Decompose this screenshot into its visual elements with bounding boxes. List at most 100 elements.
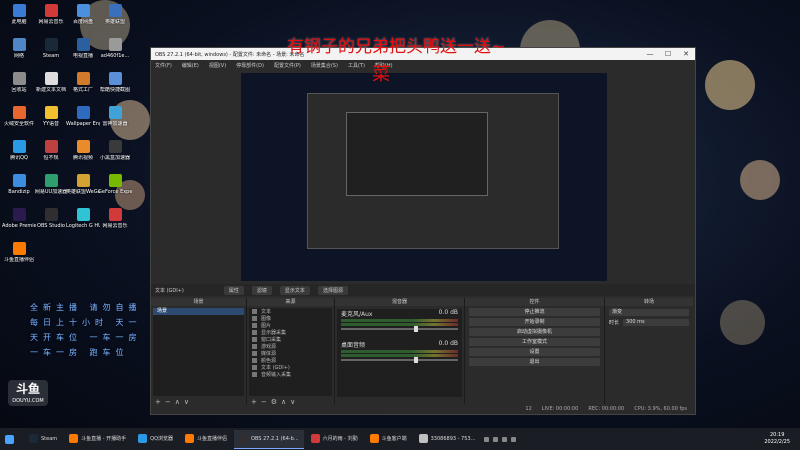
volume-slider[interactable] bbox=[341, 357, 458, 363]
platform-url: DOUYU.COM bbox=[12, 398, 44, 404]
desktop-icon[interactable]: 百度网盘 bbox=[66, 4, 100, 25]
taskbar-item[interactable]: OBS 27.2.1 (64-b... bbox=[234, 429, 304, 449]
desktop-icon[interactable]: 新建文本文档 bbox=[34, 72, 68, 93]
taskbar-item[interactable]: QQ浏览器 bbox=[133, 430, 178, 448]
close-icon[interactable]: ✕ bbox=[677, 50, 695, 58]
desktop-icon[interactable]: 英雄联盟 bbox=[98, 4, 132, 25]
taskbar-item[interactable]: 六月的雨 - 刘勤 bbox=[306, 430, 363, 448]
start-button[interactable] bbox=[0, 430, 22, 448]
app-icon bbox=[108, 106, 122, 119]
start-recording-button[interactable]: 开始录制 bbox=[469, 318, 600, 326]
source-item[interactable]: 图像 bbox=[249, 315, 332, 322]
scene-item[interactable]: 场景 bbox=[153, 308, 244, 315]
taskbar-item[interactable]: 斗鱼客户端 bbox=[365, 430, 412, 448]
source-item[interactable]: 游戏源 bbox=[249, 343, 332, 350]
desktop-icon[interactable]: 英雄联盟WeGame bbox=[66, 174, 100, 195]
app-icon bbox=[12, 208, 26, 221]
menu-view[interactable]: 视图(V) bbox=[209, 62, 226, 69]
properties-button[interactable]: 属性 bbox=[223, 285, 244, 295]
stream-watermark: 全新主播 请勿自播 每日上十小时 天一天开车位 一车一房 一车一房 跑车位 bbox=[30, 303, 142, 357]
taskbar-item-label: 斗鱼直播伴侣 bbox=[197, 436, 228, 442]
studio-mode-button[interactable]: 工作室模式 bbox=[469, 338, 600, 346]
desktop-icon[interactable]: 网络 bbox=[2, 38, 36, 59]
source-item[interactable]: 窗口采集 bbox=[249, 336, 332, 343]
app-icon bbox=[108, 208, 122, 221]
desktop-icon-label: Adobe Premiere bbox=[2, 223, 36, 229]
desktop-icon[interactable]: OBS Studio bbox=[34, 208, 68, 229]
volume-slider[interactable] bbox=[341, 326, 458, 332]
menu-docks[interactable]: 停靠部件(D) bbox=[236, 62, 264, 69]
desktop-icon[interactable]: YY语音 bbox=[34, 106, 68, 127]
source-item-label: 音频输入采集 bbox=[261, 372, 292, 378]
menu-file[interactable]: 文件(F) bbox=[155, 62, 172, 69]
channel-db: 0.0 dB bbox=[438, 309, 458, 316]
desktop-icon-label: GeForce Experience bbox=[98, 189, 132, 195]
app-icon bbox=[108, 38, 122, 51]
menu-edit[interactable]: 编辑(E) bbox=[182, 62, 199, 69]
desktop-icon[interactable]: 网易UU加速器 bbox=[34, 174, 68, 195]
nested-preview bbox=[307, 93, 559, 249]
taskbar-item[interactable]: 斗鱼直播 - 开播助手 bbox=[64, 430, 131, 448]
source-item-label: 颜色源 bbox=[261, 358, 277, 364]
stop-stream-button[interactable]: 停止推流 bbox=[469, 308, 600, 316]
desktop-icon[interactable]: ad460f1e... bbox=[98, 38, 132, 59]
desktop-icon[interactable]: Logitech G HUB bbox=[66, 208, 100, 229]
transitions-dock: 转场 渐变 时长 300 ms bbox=[605, 298, 693, 408]
taskbar-item-label: 斗鱼直播 - 开播助手 bbox=[81, 436, 127, 442]
desktop-icon[interactable]: 网易云音乐 bbox=[98, 208, 132, 229]
taskbar-item[interactable]: 33086893 - 753... bbox=[414, 430, 481, 448]
taskbar-item[interactable]: Steam bbox=[24, 430, 62, 448]
source-item[interactable]: 图片 bbox=[249, 322, 332, 329]
menu-profile[interactable]: 配置文件(P) bbox=[274, 62, 301, 69]
exit-button[interactable]: 退出 bbox=[469, 358, 600, 366]
source-item[interactable]: 文本 bbox=[249, 308, 332, 315]
desktop-icon[interactable]: 腾讯视频 bbox=[66, 140, 100, 161]
mixer-dock: 混音器 麦克风/Aux 0.0 dB 桌面音频 0.0 dB bbox=[335, 298, 465, 408]
desktop-icon[interactable]: 帮酷快捷截图 bbox=[98, 72, 132, 93]
desktop-icon[interactable]: 雷神加速器 bbox=[98, 106, 132, 127]
transition-select[interactable]: 渐变 bbox=[609, 309, 689, 316]
filters-button[interactable]: 滤镜 bbox=[251, 285, 272, 295]
source-item[interactable]: 音频输入采集 bbox=[249, 371, 332, 378]
select-source-button[interactable]: 选择图源 bbox=[317, 285, 348, 295]
desktop-icon[interactable]: 火绒安全软件 bbox=[2, 106, 36, 127]
desktop-icon[interactable]: Steam bbox=[34, 38, 68, 59]
desktop-icon[interactable]: 腾讯QQ bbox=[2, 140, 36, 161]
desktop-icon[interactable]: Wallpaper Engine bbox=[66, 106, 100, 127]
desktop-icon[interactable]: 此电脑 bbox=[2, 4, 36, 25]
minimize-icon[interactable]: — bbox=[641, 50, 659, 58]
desktop-icon[interactable]: GeForce Experience bbox=[98, 174, 132, 195]
source-item[interactable]: 文本 (GDI+) bbox=[249, 364, 332, 371]
desktop-icon[interactable]: 网易云音乐 bbox=[34, 4, 68, 25]
desktop-icon-label: 百度网盘 bbox=[72, 19, 93, 25]
menu-tools[interactable]: 工具(T) bbox=[348, 62, 365, 69]
desktop-icon[interactable]: 回收站 bbox=[2, 72, 36, 93]
duration-input[interactable]: 300 ms bbox=[623, 319, 689, 326]
maximize-icon[interactable]: ☐ bbox=[659, 50, 677, 58]
show-text-button[interactable]: 显示文本 bbox=[279, 285, 310, 295]
clock-time: 20:19 bbox=[769, 432, 785, 438]
taskbar-item[interactable]: 斗鱼直播伴侣 bbox=[180, 430, 232, 448]
source-item[interactable]: 媒体源 bbox=[249, 350, 332, 357]
desktop-icon-label: 火绒安全软件 bbox=[3, 121, 34, 127]
clock[interactable]: 20:19 2022/2/25 bbox=[764, 432, 800, 446]
cpu-fps: CPU: 3.9%, 60.00 fps bbox=[634, 406, 687, 412]
virtual-camera-button[interactable]: 启动虚拟摄像机 bbox=[469, 328, 600, 336]
app-icon bbox=[108, 174, 122, 187]
system-tray[interactable] bbox=[482, 436, 518, 442]
source-item[interactable]: 显示器采集 bbox=[249, 329, 332, 336]
controls-dock-title: 控件 bbox=[465, 298, 604, 306]
desktop-icon[interactable]: 格式工厂 bbox=[66, 72, 100, 93]
desktop-icon[interactable]: 小黑盒加速器 bbox=[98, 140, 132, 161]
source-item[interactable]: 颜色源 bbox=[249, 357, 332, 364]
app-icon bbox=[44, 72, 58, 85]
desktop-icon[interactable]: Adobe Premiere bbox=[2, 208, 36, 229]
desktop-icon[interactable]: 电视直播 bbox=[66, 38, 100, 59]
desktop-icon[interactable]: Bandizip bbox=[2, 174, 36, 195]
source-item-label: 文本 bbox=[261, 309, 272, 315]
settings-button[interactable]: 设置 bbox=[469, 348, 600, 356]
menu-scene-collection[interactable]: 场景集合(S) bbox=[311, 62, 338, 69]
desktop-icon[interactable]: 斗鱼直播伴侣 bbox=[2, 242, 36, 263]
obs-preview[interactable] bbox=[241, 73, 607, 281]
desktop-icon[interactable]: 恒不规 bbox=[34, 140, 68, 161]
